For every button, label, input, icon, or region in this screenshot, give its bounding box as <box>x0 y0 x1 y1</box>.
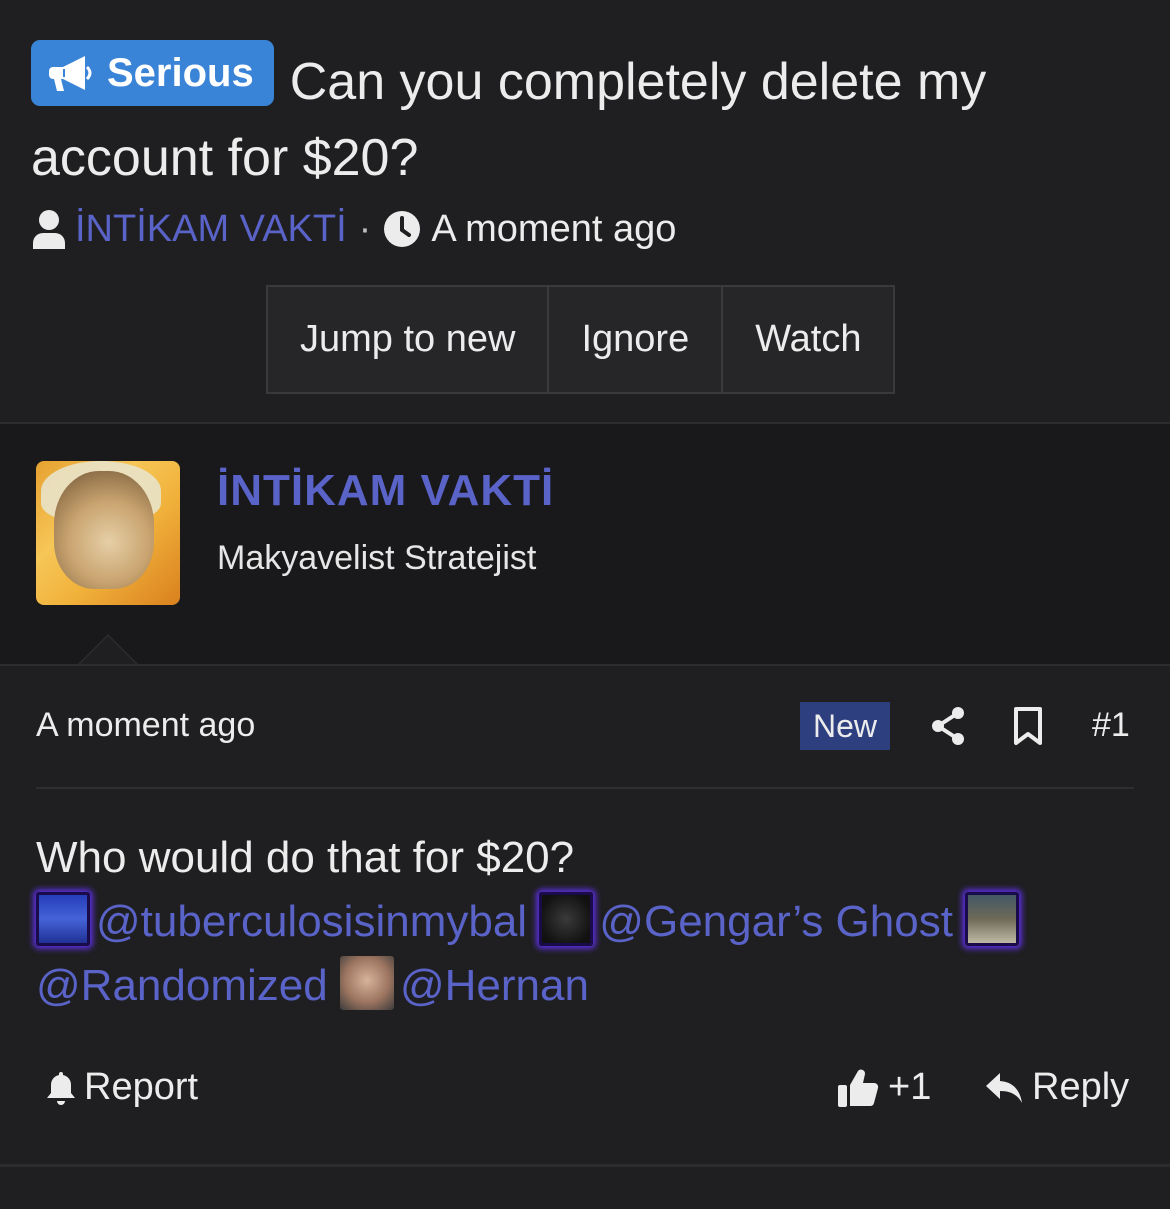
user-icon <box>33 210 65 249</box>
mention-link[interactable]: @Randomized <box>36 961 328 1010</box>
ignore-button[interactable]: Ignore <box>549 287 724 392</box>
post-user-title: Makyavelist Stratejist <box>217 539 537 577</box>
report-label: Report <box>84 1066 199 1108</box>
share-icon[interactable] <box>930 706 966 746</box>
avatar[interactable] <box>36 892 90 946</box>
like-button[interactable]: +1 <box>836 1066 931 1109</box>
clock-icon <box>384 211 421 247</box>
report-button[interactable]: Report <box>46 1066 198 1109</box>
reply-label: Reply <box>1032 1066 1130 1108</box>
divider <box>36 787 1134 789</box>
post: A moment ago New #1 Who would do that fo… <box>0 666 1170 1164</box>
post-body: Who would do that for $20? @tuberculosis… <box>36 826 1136 1018</box>
thread-prefix-badge[interactable]: Serious <box>31 40 274 106</box>
avatar[interactable] <box>539 892 594 946</box>
avatar[interactable] <box>339 956 394 1010</box>
new-badge: New <box>800 702 890 750</box>
thread-meta: İNTİKAM VAKTİ · A moment ago <box>31 205 676 253</box>
post-username[interactable]: İNTİKAM VAKTİ <box>217 466 554 516</box>
bell-icon <box>47 1071 75 1105</box>
avatar-face-shape <box>54 471 154 589</box>
reply-icon <box>986 1072 1022 1103</box>
meta-separator: · <box>358 207 372 250</box>
mention-link[interactable]: @tuberculosisinmybal <box>96 897 527 946</box>
reply-button[interactable]: Reply <box>984 1066 1129 1109</box>
page-continuation <box>0 1167 1170 1209</box>
post-number-link[interactable]: #1 <box>1092 706 1130 745</box>
user-block-arrow <box>76 634 140 666</box>
thumbs-up-icon <box>838 1069 879 1107</box>
post-body-text: Who would do that for $20? <box>36 833 575 882</box>
jump-to-new-button[interactable]: Jump to new <box>268 287 550 392</box>
mention-link[interactable]: @Gengar’s Ghost <box>599 897 953 946</box>
thread-time[interactable]: A moment ago <box>431 208 676 251</box>
thread-button-group: Jump to new Ignore Watch <box>266 285 896 394</box>
watch-button[interactable]: Watch <box>723 287 893 392</box>
megaphone-icon <box>49 56 92 91</box>
post-actions: Report +1 Reply <box>0 1066 1170 1122</box>
prefix-label: Serious <box>107 51 254 95</box>
thread-header: Serious Can you completely delete my acc… <box>0 0 1170 422</box>
bookmark-icon[interactable] <box>1012 706 1044 746</box>
avatar[interactable] <box>36 461 180 605</box>
mention-link[interactable]: @Hernan <box>400 961 589 1010</box>
avatar[interactable] <box>965 892 1020 946</box>
thread-title-row: Serious Can you completely delete my acc… <box>31 40 1141 196</box>
mentions-line: @tuberculosisinmybal @Gengar’s Ghost @Ra… <box>36 890 1136 1018</box>
like-count: +1 <box>888 1066 932 1108</box>
post-time[interactable]: A moment ago <box>36 706 255 745</box>
thread-author-link[interactable]: İNTİKAM VAKTİ <box>75 208 347 251</box>
post-user-block: İNTİKAM VAKTİ Makyavelist Stratejist <box>0 424 1170 666</box>
